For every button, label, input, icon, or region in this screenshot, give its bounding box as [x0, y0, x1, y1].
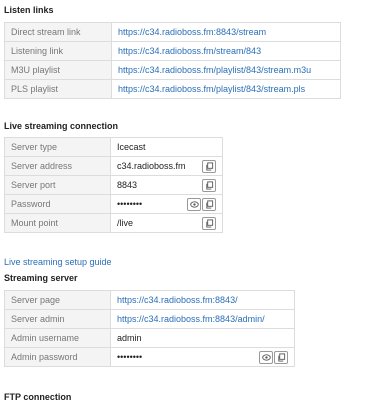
live-streaming-setup-guide-link[interactable]: Live streaming setup guide [4, 257, 112, 267]
m3u-playlist-link[interactable]: https://c34.radioboss.fm/playlist/843/st… [118, 65, 311, 75]
row-label: Direct stream link [4, 22, 112, 42]
table-row: Server admin https://c34.radioboss.fm:88… [4, 309, 295, 329]
server-page-link[interactable]: https://c34.radioboss.fm:8843/ [117, 295, 238, 305]
table-row: Server port 8843 [4, 175, 223, 195]
table-row: Server type Icecast [4, 137, 223, 157]
row-label: Admin username [4, 328, 111, 348]
live-streaming-table: Server type Icecast Server address c34.r… [4, 137, 223, 233]
eye-icon[interactable] [187, 197, 201, 211]
row-label: Server admin [4, 309, 111, 329]
server-type-value: Icecast [110, 137, 223, 157]
table-row: Admin password •••••••• [4, 347, 295, 367]
section-title-ftp-connection: FTP connection [4, 392, 72, 400]
row-label: Server address [4, 156, 111, 176]
admin-username-value: admin [110, 328, 295, 348]
table-row: Mount point /live [4, 213, 223, 233]
row-label: Server page [4, 290, 111, 310]
section-title-streaming-server: Streaming server [4, 273, 78, 283]
copy-icon[interactable] [202, 197, 216, 211]
row-label: Mount point [4, 213, 111, 233]
row-label: M3U playlist [4, 60, 112, 80]
table-row: Password •••••••• [4, 194, 223, 214]
server-admin-link[interactable]: https://c34.radioboss.fm:8843/admin/ [117, 314, 265, 324]
copy-icon[interactable] [202, 178, 216, 192]
table-row: PLS playlist https://c34.radioboss.fm/pl… [4, 79, 341, 99]
streaming-server-table: Server page https://c34.radioboss.fm:884… [4, 290, 295, 367]
row-label: Password [4, 194, 111, 214]
table-row: Listening link https://c34.radioboss.fm/… [4, 41, 341, 61]
table-row: M3U playlist https://c34.radioboss.fm/pl… [4, 60, 341, 80]
password-value: •••••••• [117, 199, 143, 209]
mount-point-value: /live [117, 218, 134, 228]
row-label: Server port [4, 175, 111, 195]
table-row: Server page https://c34.radioboss.fm:884… [4, 290, 295, 310]
eye-icon[interactable] [259, 350, 273, 364]
direct-stream-link[interactable]: https://c34.radioboss.fm:8843/stream [118, 27, 266, 37]
listening-link[interactable]: https://c34.radioboss.fm/stream/843 [118, 46, 261, 56]
server-port-value: 8843 [117, 180, 138, 190]
copy-icon[interactable] [202, 159, 216, 173]
row-label: Admin password [4, 347, 111, 367]
server-address-value: c34.radioboss.fm [117, 161, 186, 171]
section-title-live-streaming: Live streaming connection [4, 121, 119, 131]
table-row: Admin username admin [4, 328, 295, 348]
pls-playlist-link[interactable]: https://c34.radioboss.fm/playlist/843/st… [118, 84, 305, 94]
copy-icon[interactable] [274, 350, 288, 364]
row-label: PLS playlist [4, 79, 112, 99]
table-row: Direct stream link https://c34.radioboss… [4, 22, 341, 42]
row-label: Server type [4, 137, 111, 157]
copy-icon[interactable] [202, 216, 216, 230]
row-label: Listening link [4, 41, 112, 61]
table-row: Server address c34.radioboss.fm [4, 156, 223, 176]
admin-password-value: •••••••• [117, 352, 143, 362]
listen-links-table: Direct stream link https://c34.radioboss… [4, 22, 341, 99]
section-title-listen-links: Listen links [4, 5, 54, 15]
